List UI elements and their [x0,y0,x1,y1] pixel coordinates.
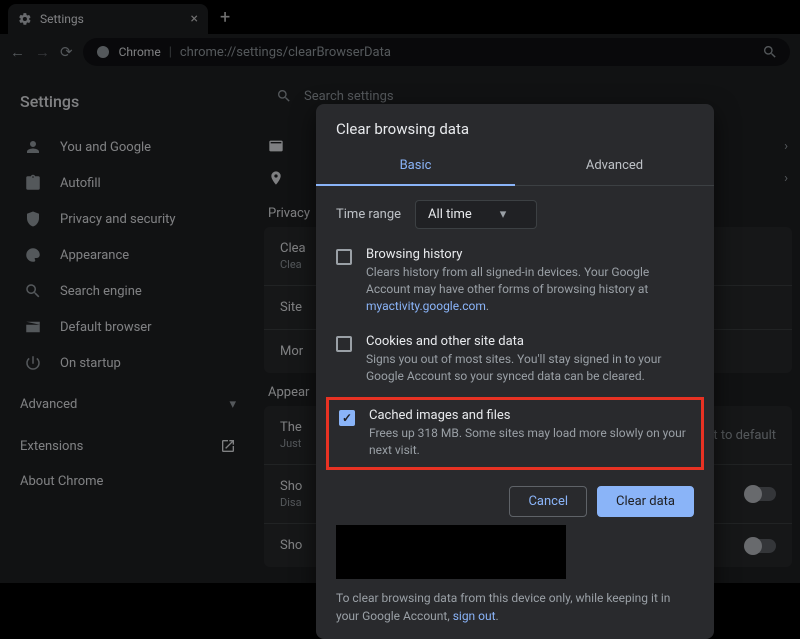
row-title: Sho [280,538,302,553]
cancel-button[interactable]: Cancel [509,486,587,517]
sidebar-advanced[interactable]: Advanced ▾ [0,381,256,428]
sidebar-extensions[interactable]: Extensions [0,428,256,464]
row-title: Clea [280,241,306,256]
tab-label: Basic [400,158,432,173]
sidebar-item-label: Privacy and security [60,212,176,227]
option-desc: Signs you out of most sites. You'll stay… [366,351,694,385]
gear-icon [18,12,32,26]
sidebar-item-on-startup[interactable]: On startup [0,345,256,381]
row-title: The [280,420,302,435]
back-button[interactable]: ← [10,43,25,61]
sidebar-about[interactable]: About Chrome [0,464,256,499]
option-browsing-history[interactable]: Browsing history Clears history from all… [316,237,714,324]
row-sub: Clea [280,258,306,271]
clipboard-icon [24,174,42,192]
sidebar-item-label: Advanced [20,397,77,412]
search-icon [24,282,42,300]
sidebar-item-label: On startup [60,356,121,371]
option-cached[interactable]: Cached images and files Frees up 318 MB.… [339,408,691,459]
clear-browsing-data-modal: Clear browsing data Basic Advanced Time … [316,104,714,639]
sidebar-item-label: Default browser [60,320,152,335]
row-sub: Just [280,437,302,450]
highlighted-option: Cached images and files Frees up 318 MB.… [326,397,704,470]
option-title: Browsing history [366,247,694,262]
sidebar-item-label: You and Google [60,140,151,155]
modal-tabs: Basic Advanced [316,148,714,186]
tab-advanced[interactable]: Advanced [515,148,714,185]
toggle[interactable] [746,539,776,553]
time-range-select[interactable]: All time ▾ [415,200,537,229]
sidebar-item-label: Search engine [60,284,142,299]
row-title: Site [280,300,302,315]
sidebar-item-autofill[interactable]: Autofill [0,165,256,201]
modal-title: Clear browsing data [316,104,714,148]
tab-label: Advanced [586,158,643,173]
row-title: Sho [280,479,302,494]
option-desc: Frees up 318 MB. Some sites may load mor… [369,425,691,459]
open-external-icon [220,438,236,454]
page-title: Settings [0,80,256,129]
row-sub: Disa [280,496,302,509]
reload-button[interactable]: ⟳ [60,43,73,61]
modal-buttons: Cancel Clear data [316,472,714,525]
forward-button[interactable]: → [35,43,50,61]
time-range-row: Time range All time ▾ [316,186,714,237]
chevron-down-icon: ▾ [500,207,507,222]
toggle[interactable] [746,487,776,501]
omnibox-url: chrome://settings/clearBrowserData [180,45,391,60]
browser-toolbar: ← → ⟳ Chrome | chrome://settings/clearBr… [0,34,800,70]
new-tab-button[interactable]: + [220,7,230,28]
sidebar-item-privacy[interactable]: Privacy and security [0,201,256,237]
browser-icon [24,318,42,336]
person-icon [24,138,42,156]
location-icon [268,170,284,186]
palette-icon [24,246,42,264]
chevron-down-icon: ▾ [229,397,236,412]
omnibox[interactable]: Chrome | chrome://settings/clearBrowserD… [83,38,790,66]
select-value: All time [428,207,472,222]
sidebar-item-label: About Chrome [20,474,103,489]
sidebar-item-you-and-google[interactable]: You and Google [0,129,256,165]
option-title: Cookies and other site data [366,334,694,349]
row-title: Mor [280,344,303,359]
search-icon [276,88,292,104]
tab-strip: Settings × + [0,0,800,34]
checkbox[interactable] [336,249,352,265]
omnibox-origin: Chrome [119,45,161,59]
checkbox[interactable] [336,336,352,352]
option-cookies[interactable]: Cookies and other site data Signs you ou… [316,324,714,395]
power-icon [24,354,42,372]
chevron-right-icon: › [784,171,788,186]
myactivity-link[interactable]: myactivity.google.com [366,299,486,313]
time-range-label: Time range [336,207,401,222]
modal-footer: To clear browsing data from this device … [316,589,714,625]
sidebar-item-label: Autofill [60,176,101,191]
chrome-icon [95,44,111,60]
tab-basic[interactable]: Basic [316,148,515,185]
sidebar-item-appearance[interactable]: Appearance [0,237,256,273]
sidebar-item-label: Appearance [60,248,129,263]
browser-tab[interactable]: Settings × [8,4,208,34]
sidebar-item-default-browser[interactable]: Default browser [0,309,256,345]
shield-icon [24,210,42,228]
sign-out-link[interactable]: sign out [453,609,496,623]
chevron-right-icon: › [784,139,788,154]
search-icon[interactable] [762,44,778,60]
checkbox[interactable] [339,410,355,426]
card-icon [268,138,284,154]
option-desc: Clears history from all signed-in device… [366,264,694,314]
redacted-area [336,525,566,579]
sidebar-item-search-engine[interactable]: Search engine [0,273,256,309]
button-label: Clear data [616,494,675,509]
sidebar-item-label: Extensions [20,439,83,454]
option-title: Cached images and files [369,408,691,423]
settings-sidebar: Settings You and Google Autofill Privacy… [0,70,256,583]
clear-data-button[interactable]: Clear data [597,486,694,517]
button-label: Cancel [528,494,568,509]
tab-title: Settings [40,12,84,26]
search-placeholder: Search settings [304,89,394,104]
close-icon[interactable]: × [191,11,198,27]
